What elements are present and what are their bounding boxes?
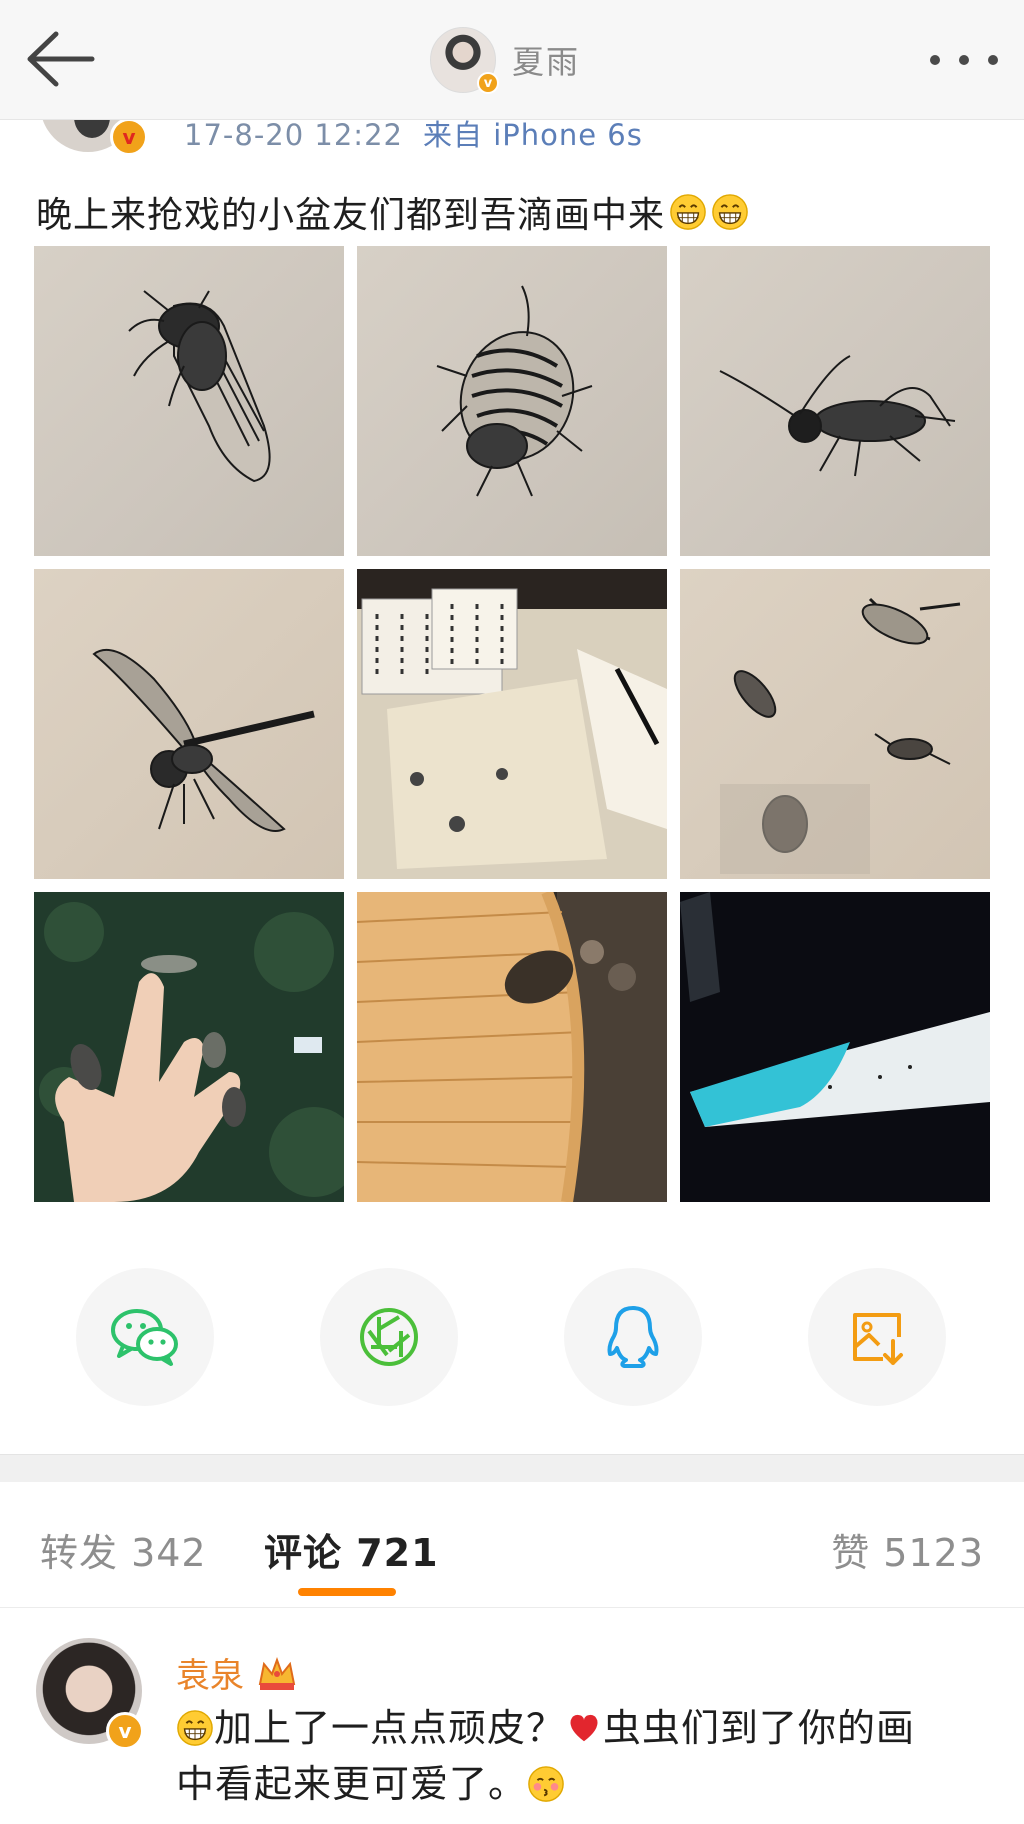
avatar[interactable]: v — [430, 27, 499, 94]
comment-text: 加上了一点点顽皮？ 虫虫们到了你的画中看起来更可爱了。 — [176, 1700, 996, 1812]
save-image-icon — [853, 1313, 903, 1365]
comment-item: v 袁泉 加上了一点点顽皮？ 虫虫们到了你的画中看起来更可爱了。 — [0, 1608, 1024, 1824]
verified-badge-icon: v — [477, 72, 499, 94]
post-source[interactable]: 来自 iPhone 6s — [423, 118, 643, 152]
post-text: 晚上来抢戏的小盆友们都到吾滴画中来 — [36, 186, 996, 238]
image-beetle[interactable] — [357, 246, 667, 556]
more-dots-icon — [930, 55, 940, 65]
qq-share-button[interactable] — [564, 1268, 702, 1406]
nav-user[interactable]: v 夏雨 — [430, 20, 580, 100]
interaction-tabs: 转发 342 评论 721 赞 5123 — [0, 1482, 1024, 1608]
cricket-drawing-icon — [719, 355, 956, 477]
image-projection[interactable] — [680, 892, 990, 1202]
tab-likes[interactable]: 赞 5123 — [831, 1522, 984, 1577]
share-row — [0, 1268, 1024, 1408]
comment-author[interactable]: 袁泉 — [176, 1648, 298, 1697]
crown-icon — [258, 1656, 296, 1690]
comment-line-3: 中看起来更可爱了。 — [176, 1762, 528, 1806]
grin-emoji-icon — [712, 194, 748, 230]
image-dragonfly[interactable] — [34, 569, 344, 879]
post-body: 晚上来抢戏的小盆友们都到吾滴画中来 — [36, 195, 666, 236]
arrow-left-icon — [27, 31, 95, 87]
hand-photo-icon — [34, 892, 344, 1202]
image-fan-cicada[interactable] — [357, 892, 667, 1202]
post-timestamp: 17-8-20 12:22 — [184, 118, 403, 152]
grin-emoji-icon — [670, 194, 706, 230]
grin-emoji-icon — [177, 1710, 213, 1746]
more-button[interactable] — [930, 50, 998, 70]
comment-author-name[interactable]: 袁泉 — [176, 1648, 244, 1697]
qq-penguin-icon — [607, 1306, 659, 1368]
tab-comments[interactable]: 评论 721 — [264, 1522, 439, 1577]
section-divider — [0, 1454, 1024, 1482]
nav-username[interactable]: 夏雨 — [512, 37, 580, 83]
more-dots-icon — [959, 55, 969, 65]
verified-badge-icon: v — [110, 118, 148, 156]
fan-photo-icon — [357, 892, 667, 1202]
save-image-button[interactable] — [808, 1268, 946, 1406]
weibo-post-page: v 夏雨 v 17-8-20 12:22 来自 iPhone 6s 晚上来抢戏的小… — [0, 0, 1024, 1824]
comment-line-1: 加上了一点点顽皮？ — [214, 1706, 566, 1750]
image-cricket[interactable] — [680, 246, 990, 556]
image-hand-cicadas[interactable] — [34, 892, 344, 1202]
insects-photo-icon — [720, 597, 961, 874]
image-scrolls-table[interactable] — [357, 569, 667, 879]
verified-badge-icon: v — [106, 1712, 144, 1750]
comment-line-2: 虫虫们到了你的画 — [603, 1706, 916, 1750]
active-tab-indicator — [298, 1588, 396, 1596]
wechat-share-button[interactable] — [76, 1268, 214, 1406]
tab-repost[interactable]: 转发 342 — [40, 1522, 207, 1577]
scrolls-photo-icon — [357, 569, 667, 879]
back-button[interactable] — [22, 26, 98, 92]
image-cicada[interactable] — [34, 246, 344, 556]
moments-aperture-icon — [360, 1308, 418, 1366]
dragonfly-drawing-icon — [92, 649, 315, 832]
cicada-drawing-icon — [128, 290, 271, 483]
wechat-icon — [111, 1309, 178, 1366]
image-grid — [34, 246, 992, 1204]
top-nav-bar: v 夏雨 — [0, 0, 1024, 120]
beetle-drawing-icon — [436, 285, 593, 497]
red-heart-icon — [570, 1714, 598, 1742]
moments-share-button[interactable] — [320, 1268, 458, 1406]
projection-photo-icon — [680, 892, 990, 1202]
image-insects-paper[interactable] — [680, 569, 990, 879]
more-dots-icon — [988, 55, 998, 65]
blushing-kiss-emoji-icon — [528, 1766, 564, 1802]
